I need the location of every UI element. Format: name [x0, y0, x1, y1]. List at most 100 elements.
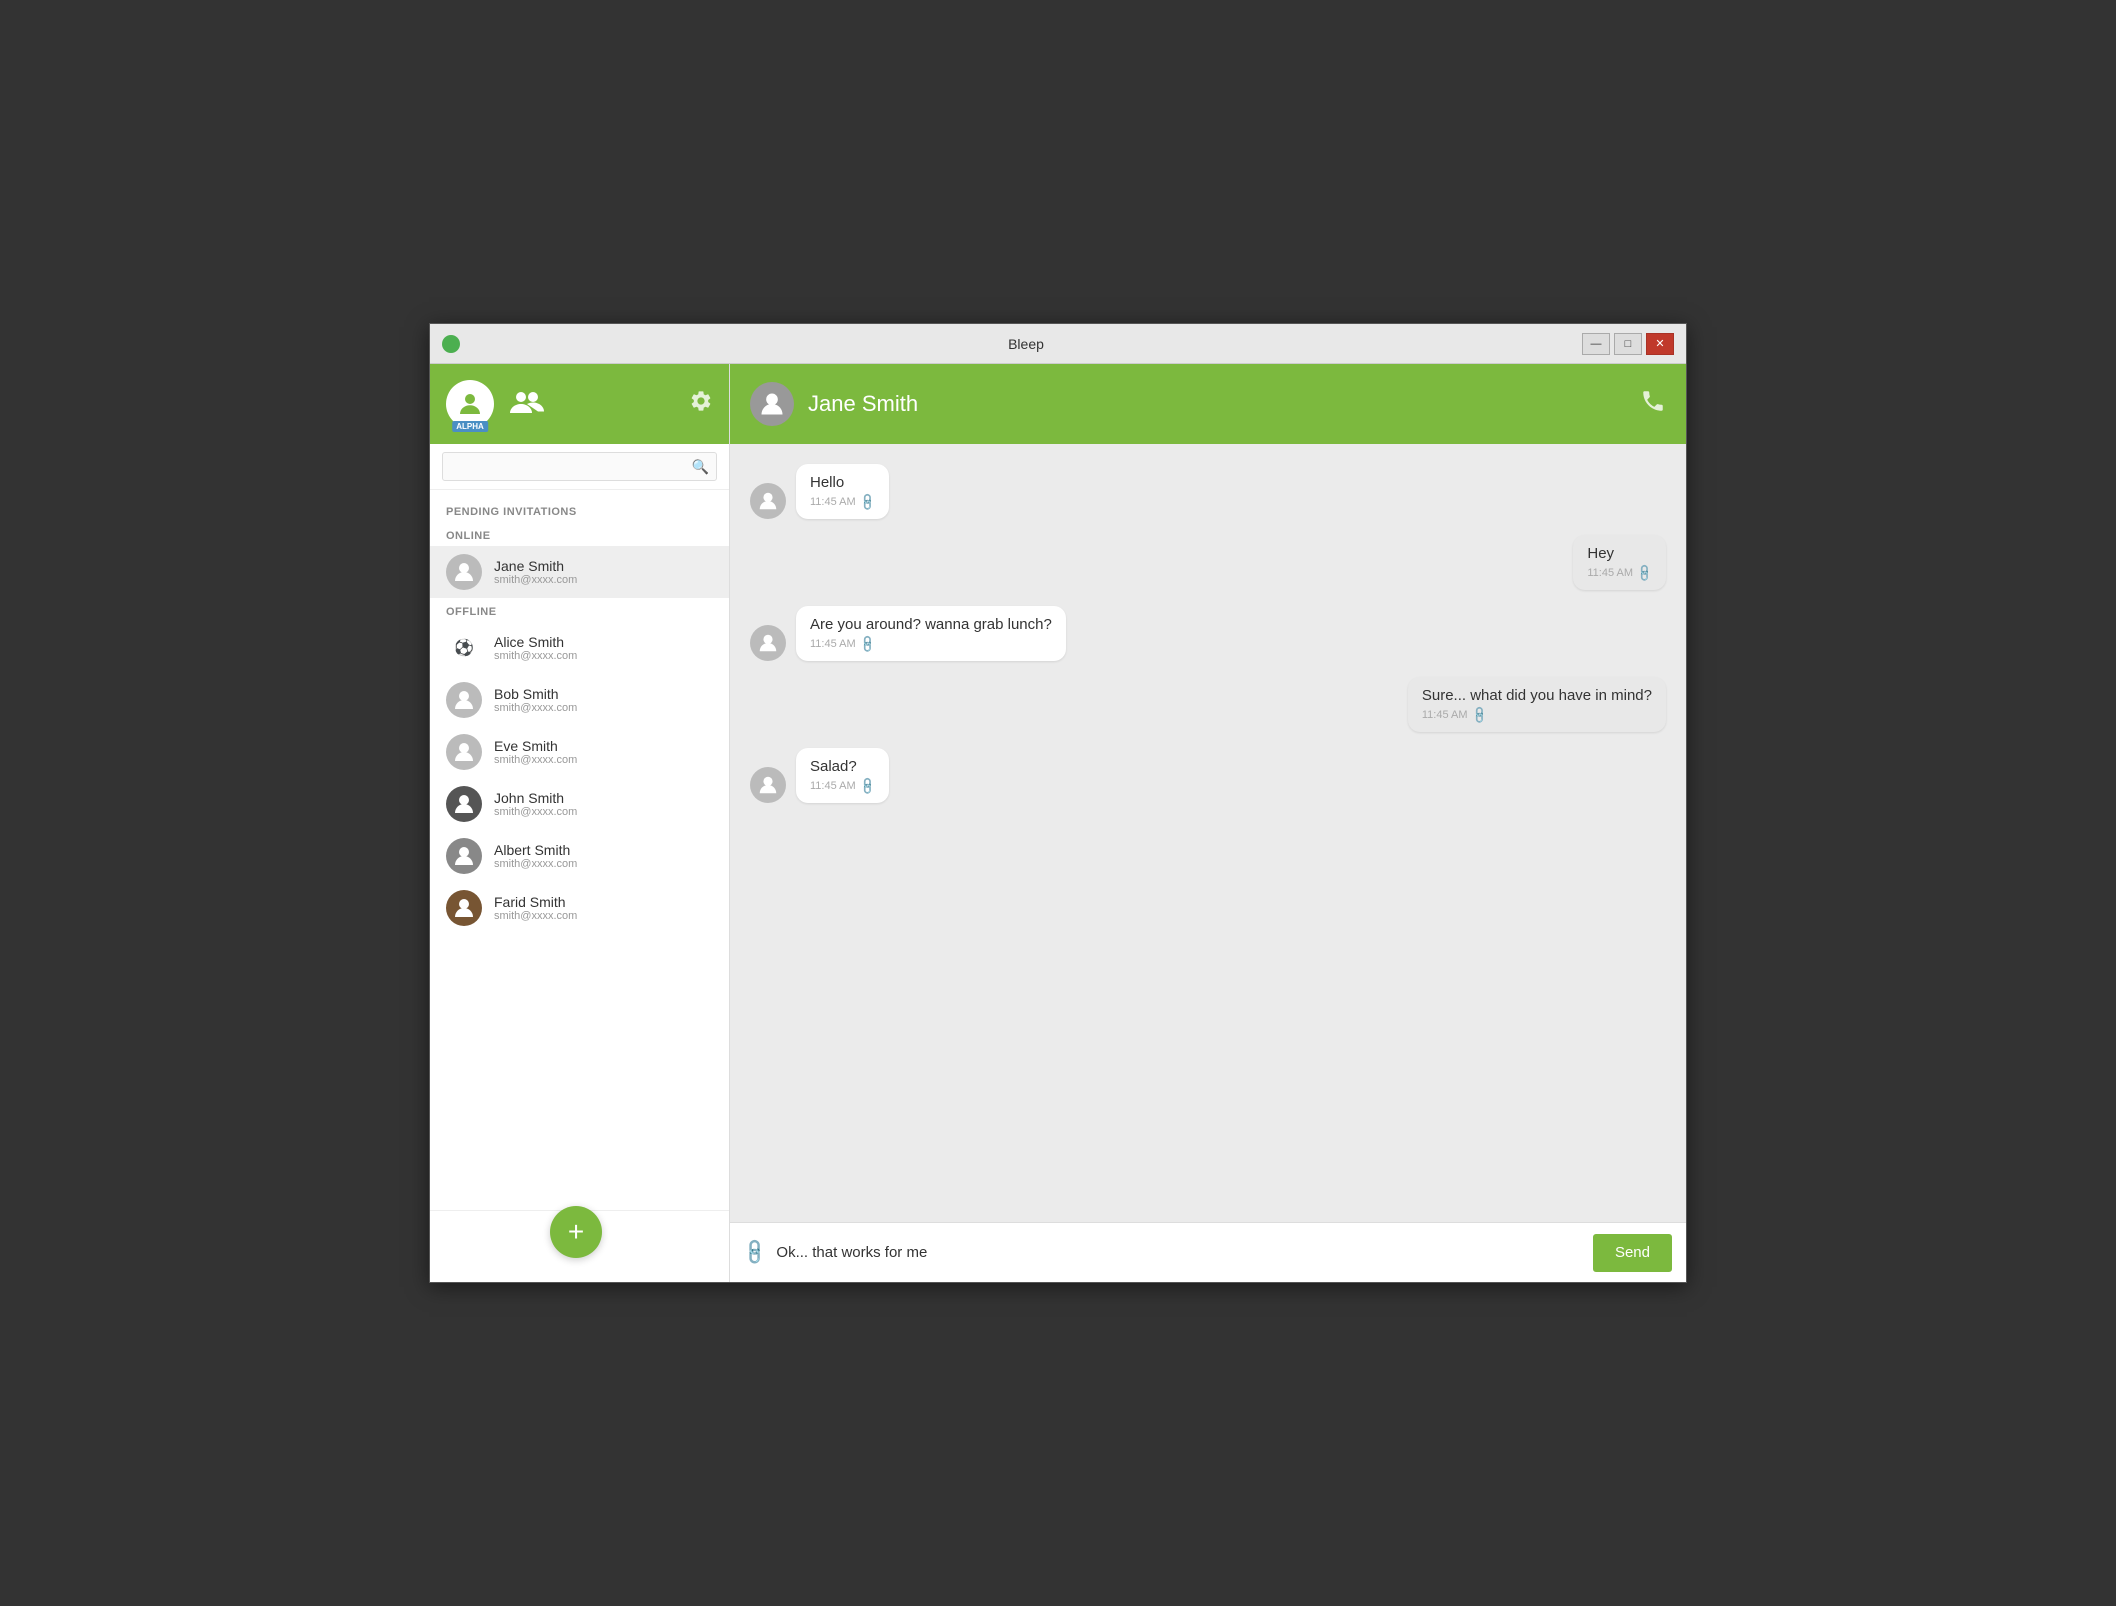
alpha-badge: ALPHA [452, 421, 488, 432]
bob-info: Bob Smith smith@xxxx.com [494, 686, 713, 714]
message-time-2: 11:45 AM [1587, 567, 1633, 579]
add-contact-button[interactable]: + [550, 1206, 602, 1258]
jane-avatar [446, 554, 482, 590]
bob-email: smith@xxxx.com [494, 702, 713, 714]
online-section-label: ONLINE [430, 522, 729, 546]
msg-avatar-3 [750, 625, 786, 661]
message-row-2: Hey 11:45 AM 🔗 [750, 535, 1666, 590]
message-meta-3: 11:45 AM 🔗 [810, 637, 1052, 651]
message-bubble-5: Salad? 11:45 AM 🔗 [796, 748, 889, 803]
close-button[interactable]: ✕ [1646, 333, 1674, 355]
chat-header-name: Jane Smith [808, 391, 1626, 417]
message-time-1: 11:45 AM [810, 496, 856, 508]
message-meta-1: 11:45 AM 🔗 [810, 495, 875, 509]
chat-header-avatar [750, 382, 794, 426]
message-bubble-2: Hey 11:45 AM 🔗 [1573, 535, 1666, 590]
eve-name: Eve Smith [494, 738, 713, 754]
contact-list: PENDING INVITATIONS ONLINE Jane Smith sm… [430, 490, 729, 1210]
sidebar: ALPHA [430, 364, 730, 1282]
eve-info: Eve Smith smith@xxxx.com [494, 738, 713, 766]
chat-messages: Hello 11:45 AM 🔗 Hey 11:45 AM 🔗 [730, 444, 1686, 1222]
window-controls: — □ ✕ [1582, 333, 1674, 355]
jane-info: Jane Smith smith@xxxx.com [494, 558, 713, 586]
bob-avatar [446, 682, 482, 718]
search-bar: 🔍 [430, 444, 729, 490]
message-time-5: 11:45 AM [810, 780, 856, 792]
jane-name: Jane Smith [494, 558, 713, 574]
input-link-icon: 🔗 [740, 1237, 771, 1268]
albert-info: Albert Smith smith@xxxx.com [494, 842, 713, 870]
farid-info: Farid Smith smith@xxxx.com [494, 894, 713, 922]
message-text-3: Are you around? wanna grab lunch? [810, 616, 1052, 633]
message-bubble-3: Are you around? wanna grab lunch? 11:45 … [796, 606, 1066, 661]
albert-avatar [446, 838, 482, 874]
jane-email: smith@xxxx.com [494, 574, 713, 586]
farid-name: Farid Smith [494, 894, 713, 910]
message-link-4: 🔗 [1469, 705, 1489, 725]
send-button[interactable]: Send [1593, 1234, 1672, 1272]
eve-avatar [446, 734, 482, 770]
contact-item-john[interactable]: John Smith smith@xxxx.com [430, 778, 729, 830]
alice-email: smith@xxxx.com [494, 650, 713, 662]
sidebar-header: ALPHA [430, 364, 729, 444]
message-link-3: 🔗 [857, 634, 877, 654]
message-input[interactable] [776, 1244, 1583, 1261]
eve-email: smith@xxxx.com [494, 754, 713, 766]
phone-icon[interactable] [1640, 388, 1666, 421]
search-input[interactable] [442, 452, 717, 481]
message-bubble-4: Sure... what did you have in mind? 11:45… [1408, 677, 1666, 732]
farid-avatar [446, 890, 482, 926]
message-row-5: Salad? 11:45 AM 🔗 [750, 748, 1666, 803]
title-bar: Bleep — □ ✕ [430, 324, 1686, 364]
settings-icon[interactable] [689, 389, 713, 419]
search-icon: 🔍 [692, 458, 709, 475]
contact-item-farid[interactable]: Farid Smith smith@xxxx.com [430, 882, 729, 934]
message-row-4: Sure... what did you have in mind? 11:45… [750, 677, 1666, 732]
john-email: smith@xxxx.com [494, 806, 713, 818]
minimize-button[interactable]: — [1582, 333, 1610, 355]
message-text-4: Sure... what did you have in mind? [1422, 687, 1652, 704]
user-avatar[interactable]: ALPHA [446, 380, 494, 428]
chat-input-area: 🔗 Send [730, 1222, 1686, 1282]
alice-avatar: ⚽ [446, 630, 482, 666]
message-bubble-1: Hello 11:45 AM 🔗 [796, 464, 889, 519]
albert-email: smith@xxxx.com [494, 858, 713, 870]
message-time-3: 11:45 AM [810, 638, 856, 650]
maximize-button[interactable]: □ [1614, 333, 1642, 355]
john-avatar [446, 786, 482, 822]
msg-avatar-5 [750, 767, 786, 803]
message-link-2: 🔗 [1634, 563, 1654, 583]
contact-item-bob[interactable]: Bob Smith smith@xxxx.com [430, 674, 729, 726]
john-info: John Smith smith@xxxx.com [494, 790, 713, 818]
bob-name: Bob Smith [494, 686, 713, 702]
message-time-4: 11:45 AM [1422, 709, 1468, 721]
group-icon[interactable] [510, 387, 544, 422]
contact-item-albert[interactable]: Albert Smith smith@xxxx.com [430, 830, 729, 882]
message-meta-5: 11:45 AM 🔗 [810, 779, 875, 793]
window-title: Bleep [470, 336, 1582, 352]
chat-area: Jane Smith [730, 364, 1686, 1282]
message-text-2: Hey [1587, 545, 1652, 562]
offline-section-label: OFFLINE [430, 598, 729, 622]
main-content: ALPHA [430, 364, 1686, 1282]
contact-item-jane[interactable]: Jane Smith smith@xxxx.com [430, 546, 729, 598]
chat-header: Jane Smith [730, 364, 1686, 444]
message-meta-4: 11:45 AM 🔗 [1422, 708, 1652, 722]
alice-info: Alice Smith smith@xxxx.com [494, 634, 713, 662]
message-link-1: 🔗 [857, 492, 877, 512]
farid-email: smith@xxxx.com [494, 910, 713, 922]
app-window: Bleep — □ ✕ ALPHA [429, 323, 1687, 1283]
message-link-5: 🔗 [857, 776, 877, 796]
traffic-light [442, 335, 460, 353]
pending-section-label: PENDING INVITATIONS [430, 498, 729, 522]
message-text-5: Salad? [810, 758, 875, 775]
sidebar-footer: + [430, 1210, 729, 1282]
albert-name: Albert Smith [494, 842, 713, 858]
msg-avatar-1 [750, 483, 786, 519]
john-name: John Smith [494, 790, 713, 806]
message-row-1: Hello 11:45 AM 🔗 [750, 464, 1666, 519]
message-meta-2: 11:45 AM 🔗 [1587, 566, 1652, 580]
message-row-3: Are you around? wanna grab lunch? 11:45 … [750, 606, 1666, 661]
contact-item-eve[interactable]: Eve Smith smith@xxxx.com [430, 726, 729, 778]
contact-item-alice[interactable]: ⚽ Alice Smith smith@xxxx.com [430, 622, 729, 674]
